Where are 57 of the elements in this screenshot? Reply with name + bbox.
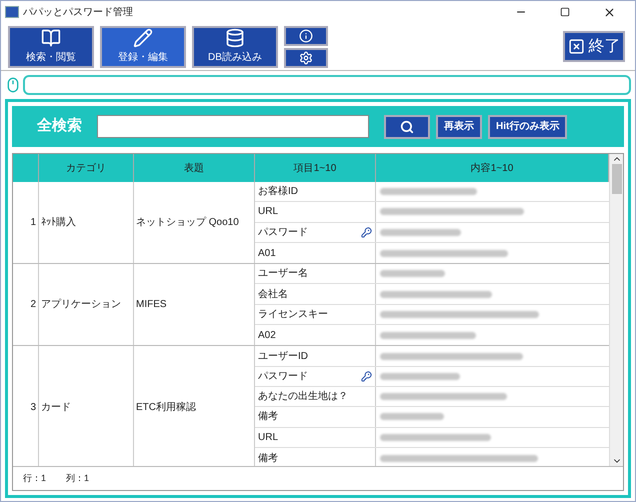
key-icon xyxy=(361,226,372,238)
status-text: 列：1 xyxy=(66,472,90,485)
toolbar-button[interactable]: DB読み込み xyxy=(192,26,278,68)
category-cell: カード xyxy=(39,346,134,466)
item-label: パスワード xyxy=(258,370,308,384)
column-header: 項目1~10 xyxy=(255,154,376,182)
item-label: URL xyxy=(258,205,278,220)
settings-button[interactable] xyxy=(284,48,328,68)
title-cell: ネットショップ Qoo10 xyxy=(134,182,255,264)
title-cell: ETC利用稼認 xyxy=(134,346,255,466)
filter-button[interactable]: Hit行のみ表示 xyxy=(488,114,568,138)
toolbar-button[interactable]: 検索・閲覧 xyxy=(8,26,94,68)
scrollbar[interactable] xyxy=(609,154,623,466)
close-icon xyxy=(568,38,584,55)
item-label: A01 xyxy=(258,246,276,261)
database-icon xyxy=(225,28,245,48)
row-number-cell: 3 xyxy=(13,346,39,466)
search-label: 全検索 xyxy=(37,116,83,136)
info-icon xyxy=(299,28,313,42)
search-field[interactable] xyxy=(97,115,369,138)
item-label: あなたの出生地は？ xyxy=(258,390,348,404)
book-icon xyxy=(41,28,61,48)
scrollbar-thumb[interactable] xyxy=(612,164,622,194)
item-label: パスワード xyxy=(258,226,308,240)
category-cell: ﾈｯﾄ購入 xyxy=(39,182,134,264)
row-number-cell: 1 xyxy=(13,182,39,264)
title-cell: MIFES xyxy=(134,264,255,346)
window-title: パパッとパスワード管理 xyxy=(23,6,133,20)
settings-icon xyxy=(299,50,313,64)
key-icon xyxy=(361,370,372,382)
column-header: カテゴリ xyxy=(39,154,134,182)
item-label: 備考 xyxy=(258,410,278,424)
pencil-icon xyxy=(133,28,153,48)
search-icon xyxy=(400,120,414,134)
search-button[interactable] xyxy=(384,114,430,138)
toolbar-button[interactable]: 登録・編集 xyxy=(100,26,186,68)
item-label: ライセンスキー xyxy=(258,308,328,322)
column-header: 表題 xyxy=(134,154,255,182)
item-label: 備考 xyxy=(258,452,278,466)
status-text: 行：1 xyxy=(23,472,46,485)
close-icon xyxy=(602,6,616,18)
maximize-icon xyxy=(560,7,570,17)
exit-button[interactable]: 終了 xyxy=(563,31,625,62)
blurred-value xyxy=(380,413,444,420)
item-label: お客様ID xyxy=(258,184,298,200)
item-label: ユーザー名 xyxy=(258,267,308,282)
filter-button[interactable]: 再表示 xyxy=(436,114,482,138)
item-label: ユーザーID xyxy=(258,350,308,364)
app-icon xyxy=(5,6,19,18)
mouse-icon xyxy=(5,77,21,93)
item-label: A02 xyxy=(258,328,276,343)
info-button[interactable] xyxy=(284,26,328,46)
item-label: URL xyxy=(258,430,278,445)
item-label: 会社名 xyxy=(258,288,288,302)
row-number-cell: 2 xyxy=(13,264,39,346)
category-cell: アプリケーション xyxy=(39,264,134,346)
blurred-value xyxy=(380,270,445,278)
